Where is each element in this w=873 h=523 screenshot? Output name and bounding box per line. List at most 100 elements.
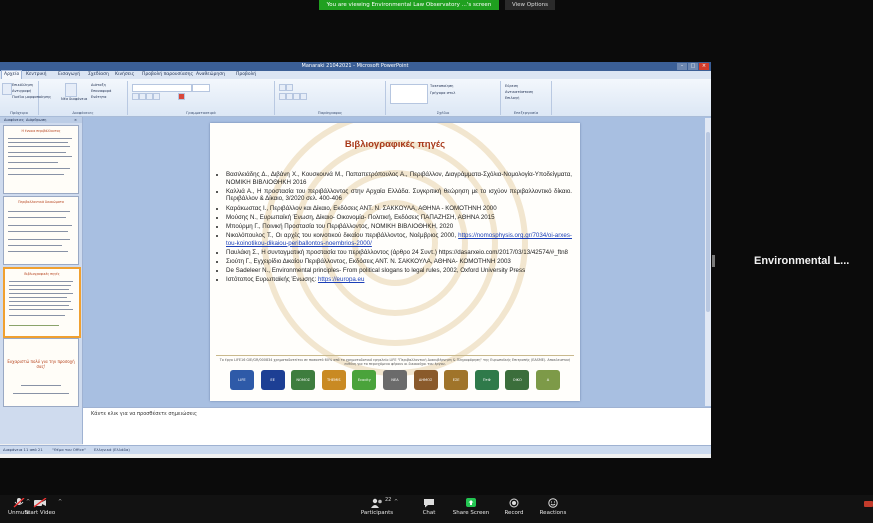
reactions-smiley-icon [548, 498, 558, 508]
participants-icon [371, 498, 382, 508]
ribbon-group-slides: Νέα διαφάνεια Διάταξη Επαναφορά Ενότητα … [39, 81, 128, 115]
font-color-icon[interactable] [178, 93, 185, 100]
slide-thumbnail[interactable]: Ευχαριστώ πολύ για την προσοχή σας! [3, 338, 79, 407]
paste-icon[interactable] [2, 83, 12, 95]
reference-item: Ιστότοπος Ευρωπαϊκής Ένωσης: https://eur… [226, 276, 572, 284]
slide-thumbnail[interactable]: Η έννοια περιβάλλοντος [3, 125, 79, 194]
numbering-icon[interactable] [286, 84, 293, 91]
view-options-button[interactable]: View Options [505, 0, 555, 10]
language-indicator[interactable]: Ελληνικά (Ελλάδα) [94, 446, 130, 454]
close-icon[interactable]: × [699, 63, 709, 70]
reference-link[interactable]: https://europa.eu [318, 276, 364, 283]
notes-placeholder[interactable]: Κάντε κλικ για να προσθέσετε σημειώσεις [91, 411, 197, 417]
window-controls: – □ × [677, 63, 709, 70]
meeting-toolbar: Unmute ^ Start Video ^ Participants 22 ^… [0, 495, 873, 523]
tab-transitions[interactable]: Κινήσεις [115, 71, 134, 79]
align-left-icon[interactable] [279, 93, 286, 100]
video-off-icon [33, 498, 47, 508]
quick-styles-button[interactable]: Γρήγορα στυλ [430, 91, 455, 95]
partner-logo: Α [535, 370, 560, 390]
maximize-icon[interactable]: □ [688, 63, 698, 70]
select-button[interactable]: Επιλογή [505, 96, 519, 100]
bullets-icon[interactable] [279, 84, 286, 91]
section-button[interactable]: Ενότητα [91, 95, 106, 99]
layout-button[interactable]: Διάταξη [91, 83, 106, 87]
ribbon-group-label: Πρόχειρο [10, 110, 28, 115]
partner-logos: LIFE ΕΕ ΝΟΜΟΣ THEMIS Ecocity ΝΕΑ ΔΗΜΟΣ Ε… [230, 369, 560, 391]
tab-home[interactable]: Κεντρική [26, 71, 47, 79]
panel-divider-handle[interactable] [712, 255, 715, 267]
themis-logo: THEMIS [321, 370, 346, 390]
scrollbar-thumb[interactable] [706, 132, 710, 312]
video-options-caret[interactable]: ^ [58, 499, 62, 505]
slide-editing-area: Βιβλιογραφικές πηγές Βασιλειάδης Δ., Διβ… [83, 117, 711, 407]
reference-text: Νικολόπουλος Τ., Οι αρχές του κοινοτικού… [226, 232, 457, 240]
reference-item: Μπούρμη Γ., Ποινική Προστασία του Περιβά… [226, 223, 572, 231]
shapes-gallery[interactable] [390, 84, 428, 104]
end-meeting-button[interactable] [864, 501, 873, 507]
minimize-icon[interactable]: – [677, 63, 687, 70]
slide-thumbnail[interactable]: Περιβαλλοντικά δικαιώματα [3, 196, 79, 265]
slides-panel: Διαφάνειες Διάρθρωση × Η έννοια περιβάλλ… [0, 117, 83, 444]
slide-counter: Διαφάνεια 11 από 21 [3, 447, 43, 452]
tab-insert[interactable]: Εισαγωγή [58, 71, 80, 79]
theme-name: "Θέμα του Office" [52, 447, 86, 452]
participant-name: Environmental L... [754, 255, 850, 267]
tab-view[interactable]: Προβολή [236, 71, 256, 79]
reset-button[interactable]: Επαναφορά [91, 89, 111, 93]
partner-logo: ΝΕΑ [382, 370, 407, 390]
paste-button[interactable]: Επικόλληση [12, 83, 33, 87]
reference-item: Μούσης Ν., Ευρωπαϊκή Ένωση, Δίκαιο- Οικο… [226, 214, 572, 222]
share-screen-icon [466, 498, 476, 507]
align-right-icon[interactable] [293, 93, 300, 100]
notes-pane[interactable]: Κάντε κλικ για να προσθέσετε σημειώσεις [83, 407, 711, 446]
strikethrough-icon[interactable] [153, 93, 160, 100]
replace-button[interactable]: Αντικατάσταση [505, 90, 533, 94]
bold-icon[interactable] [132, 93, 139, 100]
slide-thumbnail-selected[interactable]: Βιβλιογραφικές πηγές [3, 267, 81, 338]
life-logo: LIFE [230, 370, 254, 390]
font-name-select[interactable] [132, 84, 192, 92]
reactions-button[interactable]: Reactions [528, 498, 578, 516]
tab-review[interactable]: Αναθεώρηση [196, 71, 225, 79]
justify-icon[interactable] [300, 93, 307, 100]
chat-label: Chat [422, 510, 436, 516]
partner-seal-logo: ΕΣΕ [444, 370, 469, 390]
participants-options-caret[interactable]: ^ [394, 499, 398, 505]
reference-item: Καράκωστας Ι., Περιβάλλον και Δίκαιο, Εκ… [226, 205, 572, 213]
new-slide-button[interactable]: Νέα διαφάνεια [61, 97, 87, 101]
panel-tabs: Διαφάνειες Διάρθρωση × [0, 117, 82, 123]
slide-title[interactable]: Βιβλιογραφικές πηγές [210, 139, 580, 150]
align-center-icon[interactable] [286, 93, 293, 100]
arrange-button[interactable]: Τακτοποίηση [430, 84, 453, 88]
reactions-label: Reactions [539, 510, 567, 516]
ribbon-group-font: Γραμματοσειρά [128, 81, 275, 115]
tab-design[interactable]: Σχεδίαση [88, 71, 109, 79]
italic-icon[interactable] [139, 93, 146, 100]
title-bar: Manaraki 21042021 - Microsoft PowerPoint… [0, 62, 711, 71]
close-panel-icon[interactable]: × [74, 117, 77, 123]
ribbon: Επικόλληση Αντιγραφή Πινέλο μορφοποίησης… [0, 79, 711, 117]
funding-statement: Το έργο LIFE16 GIE/GR/000834 χρηματοδοτε… [216, 355, 574, 366]
share-screen-label: Share Screen [452, 510, 490, 516]
eu-flag-logo: ΕΕ [260, 370, 285, 390]
tab-slides[interactable]: Διαφάνειες [4, 117, 24, 123]
ecocity-logo: Ecocity [352, 370, 377, 390]
font-size-select[interactable] [192, 84, 210, 92]
find-button[interactable]: Εύρεση [505, 84, 518, 88]
tab-slideshow[interactable]: Προβολή παρουσίασης [142, 71, 193, 79]
participants-label: Participants [360, 510, 394, 516]
ribbon-group-editing: Εύρεση Αντικατάσταση Επιλογή Επεξεργασία [501, 81, 552, 115]
copy-button[interactable]: Αντιγραφή [12, 89, 31, 93]
new-slide-icon[interactable] [65, 83, 77, 97]
eco-partner-logo: ΟΙΚΟ [505, 370, 530, 390]
nomos-logo: ΝΟΜΟΣ [291, 370, 316, 390]
shared-powerpoint-window: Manaraki 21042021 - Microsoft PowerPoint… [0, 62, 711, 458]
ribbon-group-paragraph: Παράγραφος [275, 81, 386, 115]
underline-icon[interactable] [146, 93, 153, 100]
tab-outline[interactable]: Διάρθρωση [26, 117, 46, 123]
status-bar: Διαφάνεια 11 από 21 "Θέμα του Office" Ελ… [0, 445, 711, 454]
current-slide[interactable]: Βιβλιογραφικές πηγές Βασιλειάδης Δ., Διβ… [210, 123, 580, 401]
ribbon-group-clipboard: Επικόλληση Αντιγραφή Πινέλο μορφοποίησης… [0, 81, 51, 115]
bibliography-list[interactable]: Βασιλειάδης Δ., Διβάνη Χ., Κουσκουνά Μ.,… [218, 171, 572, 286]
